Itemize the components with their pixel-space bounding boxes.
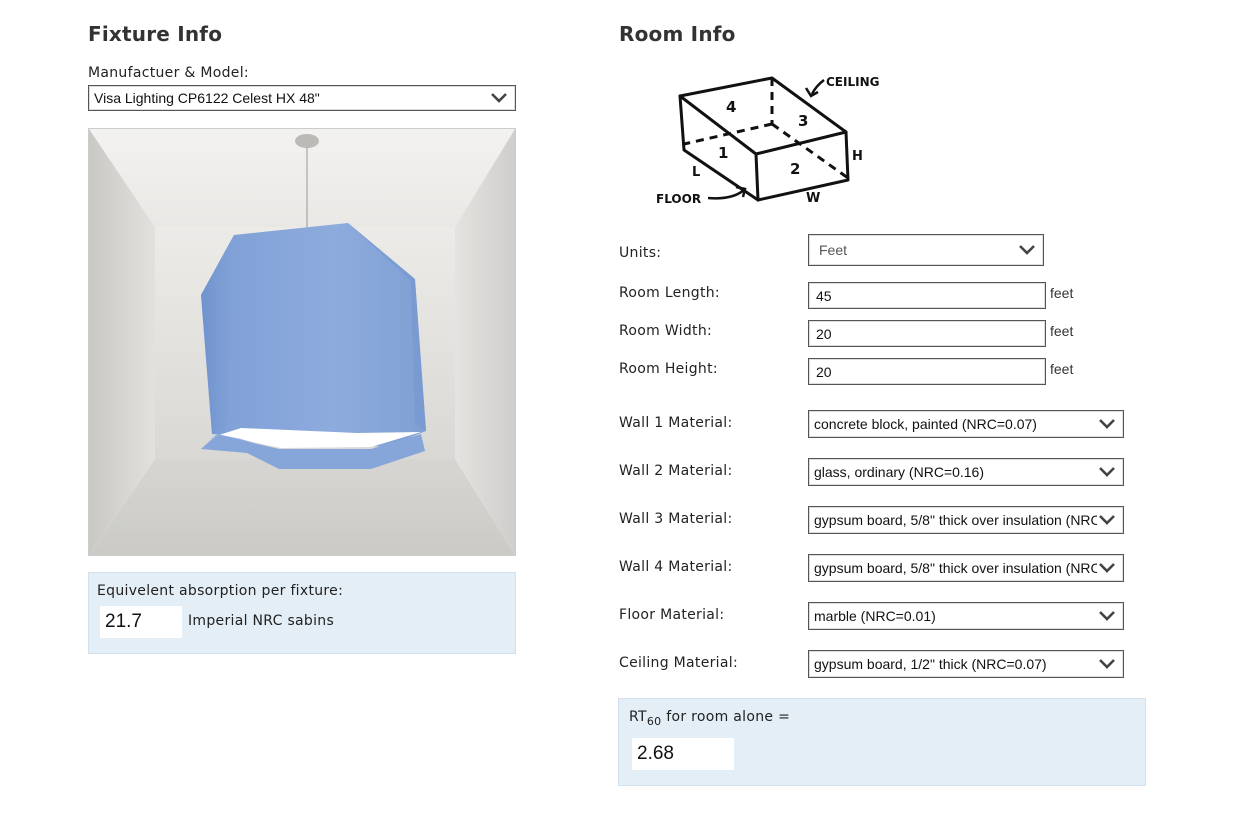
room-height-label: Room Height: bbox=[619, 361, 718, 377]
model-select-value: Visa Lighting CP6122 Celest HX 48" bbox=[94, 90, 320, 106]
model-label: Manufactuer & Model: bbox=[88, 65, 249, 81]
wall-1-material-value: concrete block, painted (NRC=0.07) bbox=[814, 416, 1037, 432]
absorption-value: 21.7 bbox=[100, 606, 182, 638]
ceiling-material-value: gypsum board, 1/2" thick (NRC=0.07) bbox=[814, 656, 1047, 672]
diagram-face-4: 4 bbox=[726, 98, 736, 116]
diagram-face-2: 2 bbox=[790, 160, 800, 178]
wall-3-material-value: gypsum board, 5/8" thick over insulation… bbox=[814, 512, 1097, 528]
wall-3-material-label: Wall 3 Material: bbox=[619, 511, 733, 527]
wall-1-material-select[interactable]: concrete block, painted (NRC=0.07) bbox=[808, 410, 1124, 438]
floor-material-select[interactable]: marble (NRC=0.01) bbox=[808, 602, 1124, 630]
absorption-label: Equivelent absorption per fixture: bbox=[97, 583, 344, 599]
units-label: Units: bbox=[619, 245, 662, 261]
chevron-down-icon bbox=[1099, 659, 1115, 669]
rt60-value: 2.68 bbox=[632, 738, 734, 770]
diagram-w-label: W bbox=[806, 191, 820, 206]
diagram-floor-label: FLOOR bbox=[656, 192, 701, 206]
chevron-down-icon bbox=[1099, 515, 1115, 525]
rt60-label: RT60 for room alone = bbox=[629, 709, 790, 728]
ceiling-material-label: Ceiling Material: bbox=[619, 655, 738, 671]
chevron-down-icon bbox=[1099, 419, 1115, 429]
ceiling-material-select[interactable]: gypsum board, 1/2" thick (NRC=0.07) bbox=[808, 650, 1124, 678]
rt60-suffix: for room alone = bbox=[661, 709, 791, 725]
room-width-unit: feet bbox=[1050, 323, 1074, 339]
floor-material-label: Floor Material: bbox=[619, 607, 725, 623]
room-width-label: Room Width: bbox=[619, 323, 713, 339]
units-select[interactable]: Feet bbox=[808, 234, 1044, 266]
diagram-l-label: L bbox=[692, 165, 700, 180]
wall-4-material-select[interactable]: gypsum board, 5/8" thick over insulation… bbox=[808, 554, 1124, 582]
fixture-info-title: Fixture Info bbox=[88, 22, 223, 46]
wall-4-material-label: Wall 4 Material: bbox=[619, 559, 733, 575]
wall-1-material-label: Wall 1 Material: bbox=[619, 415, 733, 431]
rt60-prefix: RT bbox=[629, 709, 647, 725]
room-height-input[interactable]: 20 bbox=[808, 358, 1046, 385]
rt60-subscript: 60 bbox=[646, 714, 662, 728]
room-length-label: Room Length: bbox=[619, 285, 720, 301]
chevron-down-icon bbox=[1019, 245, 1035, 255]
room-box-diagram: CEILING FLOOR H L W 1 2 3 4 bbox=[656, 75, 879, 206]
model-select[interactable]: Visa Lighting CP6122 Celest HX 48" bbox=[88, 85, 516, 111]
chevron-down-icon bbox=[491, 93, 507, 103]
diagram-h-label: H bbox=[852, 149, 863, 164]
diagram-face-3: 3 bbox=[798, 112, 808, 130]
wall-3-material-select[interactable]: gypsum board, 5/8" thick over insulation… bbox=[808, 506, 1124, 534]
chevron-down-icon bbox=[1099, 611, 1115, 621]
diagram-ceiling-label: CEILING bbox=[826, 75, 879, 89]
absorption-unit: Imperial NRC sabins bbox=[188, 613, 335, 629]
wall-2-material-select[interactable]: glass, ordinary (NRC=0.16) bbox=[808, 458, 1124, 486]
room-width-input[interactable]: 20 bbox=[808, 320, 1046, 347]
room-height-unit: feet bbox=[1050, 361, 1074, 377]
pendant-light-illustration bbox=[89, 129, 515, 555]
floor-material-value: marble (NRC=0.01) bbox=[814, 608, 936, 624]
fixture-preview-image bbox=[88, 128, 516, 556]
wall-2-material-value: glass, ordinary (NRC=0.16) bbox=[814, 464, 985, 480]
diagram-face-1: 1 bbox=[718, 144, 728, 162]
room-info-title: Room Info bbox=[619, 22, 736, 46]
units-select-value: Feet bbox=[819, 242, 848, 258]
room-length-unit: feet bbox=[1050, 285, 1074, 301]
wall-2-material-label: Wall 2 Material: bbox=[619, 463, 733, 479]
wall-4-material-value: gypsum board, 5/8" thick over insulation… bbox=[814, 560, 1097, 576]
room-length-input[interactable]: 45 bbox=[808, 282, 1046, 309]
chevron-down-icon bbox=[1099, 467, 1115, 477]
chevron-down-icon bbox=[1099, 563, 1115, 573]
